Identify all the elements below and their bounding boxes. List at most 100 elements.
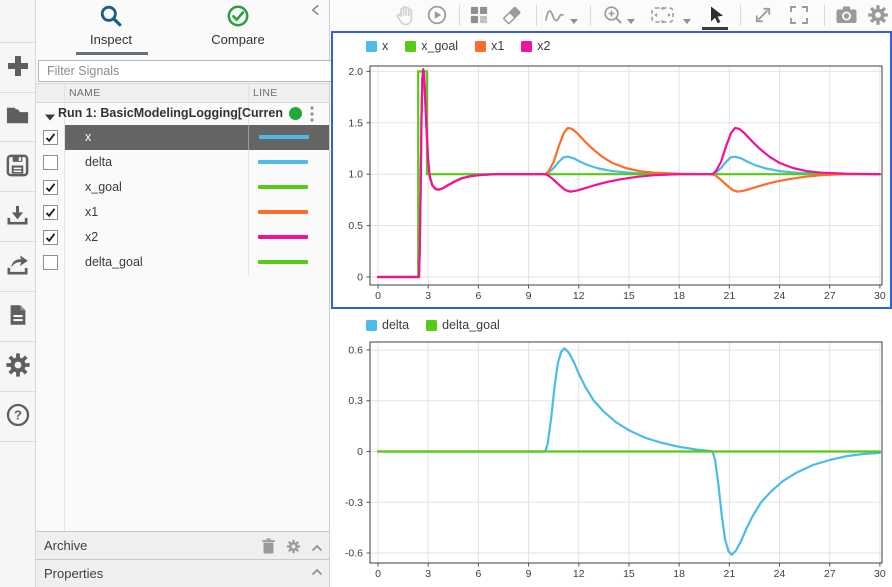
column-header-line: LINE [253, 87, 278, 99]
expand-button[interactable] [751, 4, 775, 28]
zoom-in-button[interactable] [601, 4, 625, 28]
checkbox-checked-icon[interactable] [43, 205, 58, 220]
toolbar-separator [459, 5, 460, 26]
filter-signals-input[interactable] [38, 60, 336, 82]
subplot-1-chart[interactable]: 0 3 6 9 12 15 18 21 24 27 30 0 0.5 1.0 1.5 2.0 [333, 33, 888, 305]
checkbox-checked-icon[interactable] [43, 180, 58, 195]
signal-visibility-checkbox[interactable] [36, 150, 64, 175]
save-button[interactable] [0, 142, 35, 192]
subplot-1-active[interactable]: x x_goal x1 x2 0 3 6 9 12 15 18 21 24 27 30 0 0.5 1.0 1.5… [331, 31, 892, 309]
signal-visibility-checkbox[interactable] [36, 225, 64, 250]
properties-panel-header[interactable]: Properties [36, 559, 329, 587]
run-menu-button[interactable] [308, 104, 316, 127]
legend-item-delta_goal: delta_goal [426, 318, 500, 332]
tick-labels: 0 3 6 9 12 15 18 21 24 27 30 0 0.5 1.0 1.5 2.0 [348, 66, 886, 302]
clear-plots-button[interactable] [500, 4, 524, 28]
svg-text:15: 15 [623, 568, 635, 580]
checkbox-icon[interactable] [43, 255, 58, 270]
checkbox-checked-icon[interactable] [43, 230, 58, 245]
signal-visibility-checkbox[interactable] [36, 175, 64, 200]
layout-grid-icon [468, 4, 489, 28]
archive-settings-gear-icon[interactable] [286, 539, 301, 557]
tab-compare[interactable]: Compare [194, 4, 282, 52]
subplot-2[interactable]: delta delta_goal 0 3 6 9 12 15 18 21 24 27 30 -0.6 -0… [331, 311, 892, 587]
signal-row-x[interactable]: x [36, 125, 329, 150]
toolbar-separator [824, 5, 825, 26]
signal-name: x1 [85, 205, 99, 219]
signal-name: delta_goal [85, 255, 143, 269]
legend-item-delta: delta [366, 318, 409, 332]
export-icon [5, 253, 30, 281]
signal-visibility-checkbox[interactable] [36, 125, 64, 150]
legend-item-x1: x1 [475, 39, 504, 53]
create-report-button[interactable] [0, 292, 35, 342]
fit-to-view-button[interactable] [648, 4, 676, 28]
zoom-caret-icon[interactable] [627, 13, 635, 27]
legend-color-chip [475, 40, 487, 52]
svg-text:6: 6 [475, 568, 481, 580]
legend-label: x1 [491, 39, 505, 53]
column-header-name: NAME [69, 87, 101, 99]
signal-line-preview [248, 150, 329, 175]
svg-text:0.6: 0.6 [348, 344, 363, 356]
trash-icon[interactable] [261, 537, 276, 558]
signal-row-x2[interactable]: x2 [36, 225, 329, 250]
archive-collapse-chevron-icon[interactable] [311, 541, 323, 555]
tab-inspect[interactable]: Inspect [67, 4, 155, 52]
subplot-layout-button[interactable] [466, 4, 490, 28]
open-button[interactable] [0, 92, 35, 142]
legend-item-x2: x2 [521, 39, 551, 53]
replay-button[interactable] [425, 4, 449, 28]
snapshot-button[interactable] [834, 4, 858, 28]
signal-visibility-checkbox[interactable] [36, 200, 64, 225]
legend-color-chip [426, 319, 438, 331]
signal-options-caret-icon[interactable] [570, 13, 578, 27]
signal-row-delta_goal[interactable]: delta_goal [36, 250, 329, 275]
subplot-2-chart[interactable]: 0 3 6 9 12 15 18 21 24 27 30 -0.6 -0.3 0 0.3 0.6 [331, 311, 892, 587]
properties-collapse-chevron-icon[interactable] [311, 565, 323, 579]
help-button[interactable]: ? [0, 392, 35, 442]
svg-text:24: 24 [774, 568, 786, 580]
svg-text:18: 18 [673, 290, 685, 302]
signal-name: delta [85, 155, 113, 169]
svg-text:1.5: 1.5 [348, 117, 363, 129]
svg-text:9: 9 [526, 568, 532, 580]
pointer-cursor-icon [704, 4, 726, 29]
signal-row-delta[interactable]: delta [36, 150, 329, 175]
signal-wave-icon [543, 4, 567, 29]
import-button[interactable] [0, 192, 35, 242]
table-header: NAME LINE [36, 83, 329, 103]
zoom-in-icon [602, 4, 624, 29]
svg-text:27: 27 [824, 568, 836, 580]
svg-text:?: ? [14, 408, 22, 423]
svg-text:0: 0 [357, 446, 363, 458]
export-button[interactable] [0, 242, 35, 292]
svg-text:12: 12 [573, 568, 585, 580]
toolbar-separator [740, 5, 741, 26]
svg-text:21: 21 [723, 568, 735, 580]
collapse-panel-button[interactable] [310, 3, 321, 20]
fit-caret-icon[interactable] [683, 13, 691, 27]
preferences-button[interactable] [0, 342, 35, 392]
pointer-tool-button[interactable] [703, 4, 727, 28]
legend-item-x: x [366, 39, 388, 53]
signal-options-button[interactable] [543, 4, 567, 28]
toolbar-separator [536, 5, 537, 26]
checkbox-icon[interactable] [43, 155, 58, 170]
fullscreen-button[interactable] [787, 4, 811, 28]
signal-row-x_goal[interactable]: x_goal [36, 175, 329, 200]
legend-item-x_goal: x_goal [405, 39, 458, 53]
run-row[interactable]: Run 1: BasicModelingLogging[Curren [36, 103, 329, 125]
add-run-button[interactable] [0, 42, 35, 93]
plot-settings-button[interactable] [866, 4, 890, 28]
signal-visibility-checkbox[interactable] [36, 250, 64, 275]
svg-text:-0.3: -0.3 [345, 497, 363, 509]
legend-label: delta [382, 318, 410, 332]
report-icon [6, 303, 30, 330]
signal-row-x1[interactable]: x1 [36, 200, 329, 225]
app-toolstrip: ? [0, 0, 36, 587]
caret-down-icon[interactable] [45, 110, 55, 124]
pan-button[interactable] [392, 4, 416, 28]
checkbox-checked-icon[interactable] [43, 130, 58, 145]
archive-panel-header[interactable]: Archive [36, 531, 329, 559]
